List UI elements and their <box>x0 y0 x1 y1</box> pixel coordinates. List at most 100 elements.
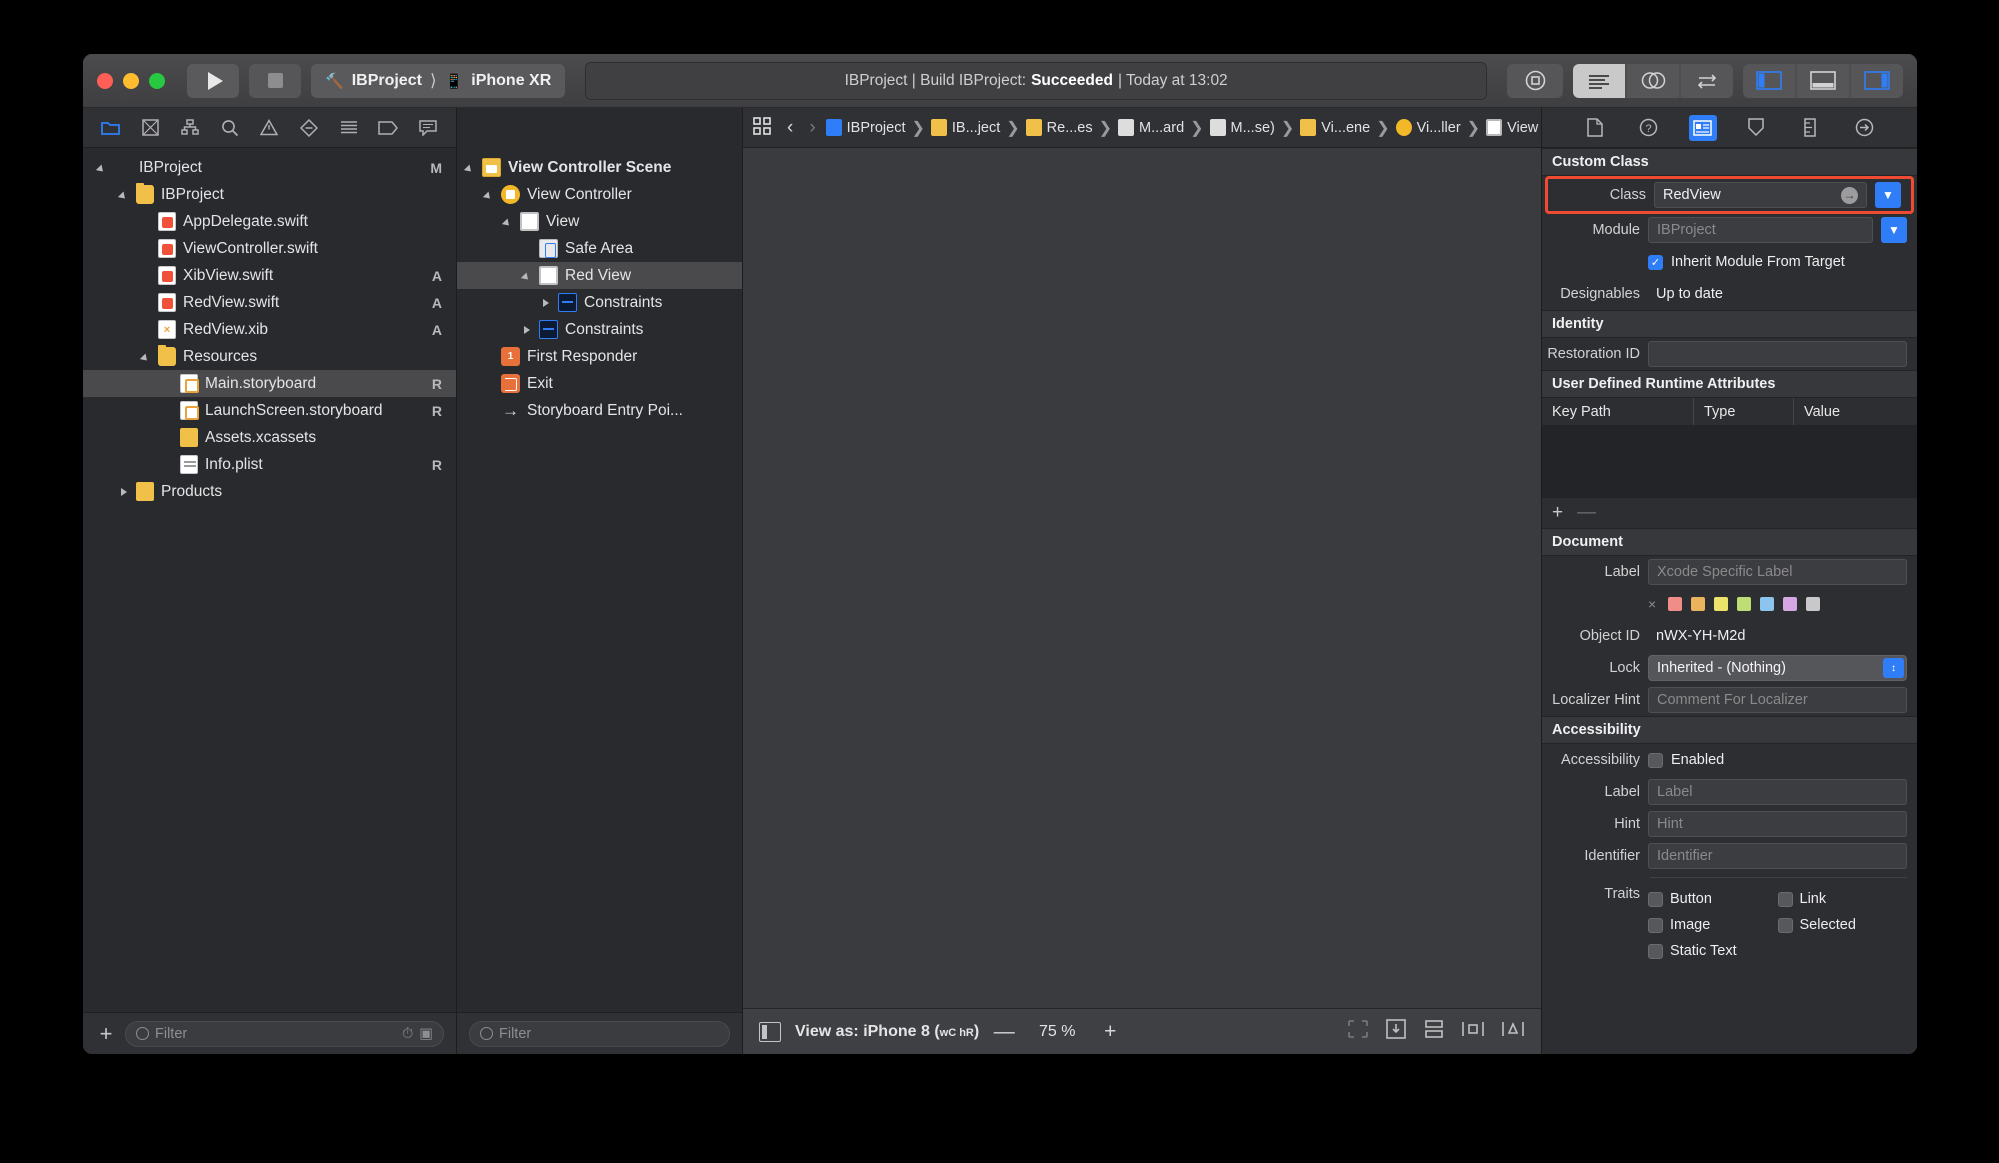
breadcrumb-item[interactable]: Re...es <box>1025 119 1093 136</box>
unsaved-filter-icon[interactable]: ▣ <box>419 1026 433 1042</box>
disclosure-triangle-icon[interactable] <box>119 188 133 202</box>
runtime-attributes-table-body[interactable] <box>1542 426 1917 498</box>
close-window-button[interactable] <box>97 72 113 89</box>
view-as-label[interactable]: View as: iPhone 8 (wC hR) <box>795 1023 979 1041</box>
disclosure-triangle-icon[interactable] <box>465 161 479 175</box>
zoom-window-button[interactable] <box>149 72 165 89</box>
class-input[interactable]: RedView → <box>1654 182 1867 208</box>
color-swatch[interactable] <box>1714 597 1729 611</box>
outline-row[interactable]: Safe Area <box>457 235 742 262</box>
quick-help-inspector-tab[interactable]: ? <box>1635 115 1663 141</box>
back-button[interactable]: ‹ <box>781 117 799 139</box>
trait-checkbox[interactable] <box>1648 891 1663 907</box>
forward-button[interactable]: › <box>803 117 821 139</box>
navigator-filter-input[interactable]: Filter ⏱ ▣ <box>125 1020 444 1047</box>
zoom-in-button[interactable]: + <box>1099 1020 1121 1044</box>
color-swatch[interactable] <box>1783 597 1798 611</box>
file-tree-row[interactable]: AppDelegate.swift <box>83 208 456 235</box>
outline-row[interactable]: Exit <box>457 370 742 397</box>
disclosure-triangle-icon[interactable] <box>541 296 555 310</box>
jump-to-definition-icon[interactable]: → <box>1841 186 1858 204</box>
align-button[interactable] <box>1461 1019 1485 1044</box>
file-tree-row[interactable]: Resources <box>83 343 456 370</box>
breadcrumb-item[interactable]: IB...ject <box>930 119 1000 136</box>
trait-option[interactable]: Static Text <box>1648 938 1778 964</box>
document-outline-toggle-button[interactable] <box>759 1021 781 1042</box>
standard-editor-button[interactable] <box>1573 63 1625 98</box>
outline-row[interactable]: Constraints <box>457 316 742 343</box>
breakpoint-navigator-tab[interactable] <box>373 115 403 141</box>
no-color-swatch[interactable]: × <box>1648 596 1656 612</box>
size-inspector-tab[interactable] <box>1796 115 1824 141</box>
outline-row[interactable]: Constraints <box>457 289 742 316</box>
trait-checkbox[interactable] <box>1648 917 1663 933</box>
attributes-inspector-tab[interactable] <box>1742 115 1770 141</box>
trait-checkbox[interactable] <box>1648 943 1663 959</box>
breadcrumb-item[interactable]: View <box>1486 119 1538 136</box>
scheme-selector[interactable]: 🔨 IBProject ⟩ 📱 iPhone XR <box>311 63 566 98</box>
trait-checkbox[interactable] <box>1777 917 1793 933</box>
trait-option[interactable]: Button <box>1648 886 1778 912</box>
file-tree-row[interactable]: ViewController.swift <box>83 235 456 262</box>
embed-in-button[interactable] <box>1423 1019 1445 1044</box>
library-button[interactable] <box>1507 63 1563 98</box>
file-tree-row[interactable]: IBProject M <box>83 154 456 181</box>
outline-row[interactable]: → Storyboard Entry Poi... <box>457 397 742 424</box>
add-runtime-attribute-button[interactable]: + <box>1552 502 1563 524</box>
file-tree-row[interactable]: Main.storyboard R <box>83 370 456 397</box>
disclosure-triangle-icon[interactable] <box>119 485 133 499</box>
trait-checkbox[interactable] <box>1777 891 1793 907</box>
localizer-hint-input[interactable]: Comment For Localizer <box>1648 687 1907 713</box>
file-tree-row[interactable]: Products <box>83 478 456 505</box>
color-swatch[interactable] <box>1668 597 1683 611</box>
project-navigator-tab[interactable] <box>96 115 126 141</box>
file-tree-row[interactable]: LaunchScreen.storyboard R <box>83 397 456 424</box>
accessibility-hint-input[interactable]: Hint <box>1648 811 1907 837</box>
accessibility-identifier-input[interactable]: Identifier <box>1648 843 1907 869</box>
outline-row[interactable]: View <box>457 208 742 235</box>
report-navigator-tab[interactable] <box>413 115 443 141</box>
disclosure-triangle-icon[interactable] <box>484 188 498 202</box>
update-frames-button[interactable] <box>1347 1019 1369 1044</box>
resolve-auto-layout-issues-button[interactable] <box>1385 1019 1407 1044</box>
trait-option[interactable]: Link <box>1777 886 1908 912</box>
add-file-button[interactable]: + <box>95 1021 117 1047</box>
color-swatch[interactable] <box>1737 597 1752 611</box>
breadcrumb-item[interactable]: Vi...ene <box>1300 119 1370 136</box>
color-swatch[interactable] <box>1760 597 1775 611</box>
file-tree-row[interactable]: Info.plist R <box>83 451 456 478</box>
symbol-navigator-tab[interactable] <box>175 115 205 141</box>
disclosure-triangle-icon[interactable] <box>522 323 536 337</box>
trait-option[interactable]: Image <box>1648 912 1778 938</box>
outline-row[interactable]: Red View <box>457 262 742 289</box>
outline-row[interactable]: View Controller <box>457 181 742 208</box>
minimize-window-button[interactable] <box>123 72 139 89</box>
module-dropdown-button[interactable]: ▼ <box>1881 217 1907 243</box>
inspector-toggle-button[interactable] <box>1851 63 1903 98</box>
file-tree-row[interactable]: XibView.swift A <box>83 262 456 289</box>
assistant-editor-button[interactable] <box>1627 63 1679 98</box>
run-button[interactable] <box>187 63 239 98</box>
disclosure-triangle-icon[interactable] <box>141 350 155 364</box>
inherit-module-checkbox[interactable]: ✓ <box>1648 254 1663 270</box>
trait-option[interactable]: Selected <box>1777 912 1908 938</box>
stop-button[interactable] <box>249 63 301 98</box>
debug-navigator-tab[interactable] <box>334 115 364 141</box>
color-swatch[interactable] <box>1806 597 1821 611</box>
connections-inspector-tab[interactable] <box>1850 115 1878 141</box>
file-tree-row[interactable]: Assets.xcassets <box>83 424 456 451</box>
outline-filter-input[interactable]: Filter <box>469 1020 730 1047</box>
recent-filter-icon[interactable]: ⏱ <box>402 1026 413 1042</box>
color-swatch[interactable] <box>1691 597 1706 611</box>
file-tree-row[interactable]: RedView.swift A <box>83 289 456 316</box>
module-input[interactable]: IBProject <box>1648 217 1873 243</box>
source-control-navigator-tab[interactable] <box>135 115 165 141</box>
breadcrumb-item[interactable]: M...se) <box>1209 119 1275 136</box>
test-navigator-tab[interactable] <box>294 115 324 141</box>
breadcrumb-item[interactable]: M...ard <box>1118 119 1184 136</box>
outline-row[interactable]: 1 First Responder <box>457 343 742 370</box>
jump-bar-grid-icon[interactable] <box>753 116 771 139</box>
file-tree-row[interactable]: × RedView.xib A <box>83 316 456 343</box>
add-constraints-button[interactable] <box>1501 1019 1525 1044</box>
navigator-toggle-button[interactable] <box>1743 63 1795 98</box>
